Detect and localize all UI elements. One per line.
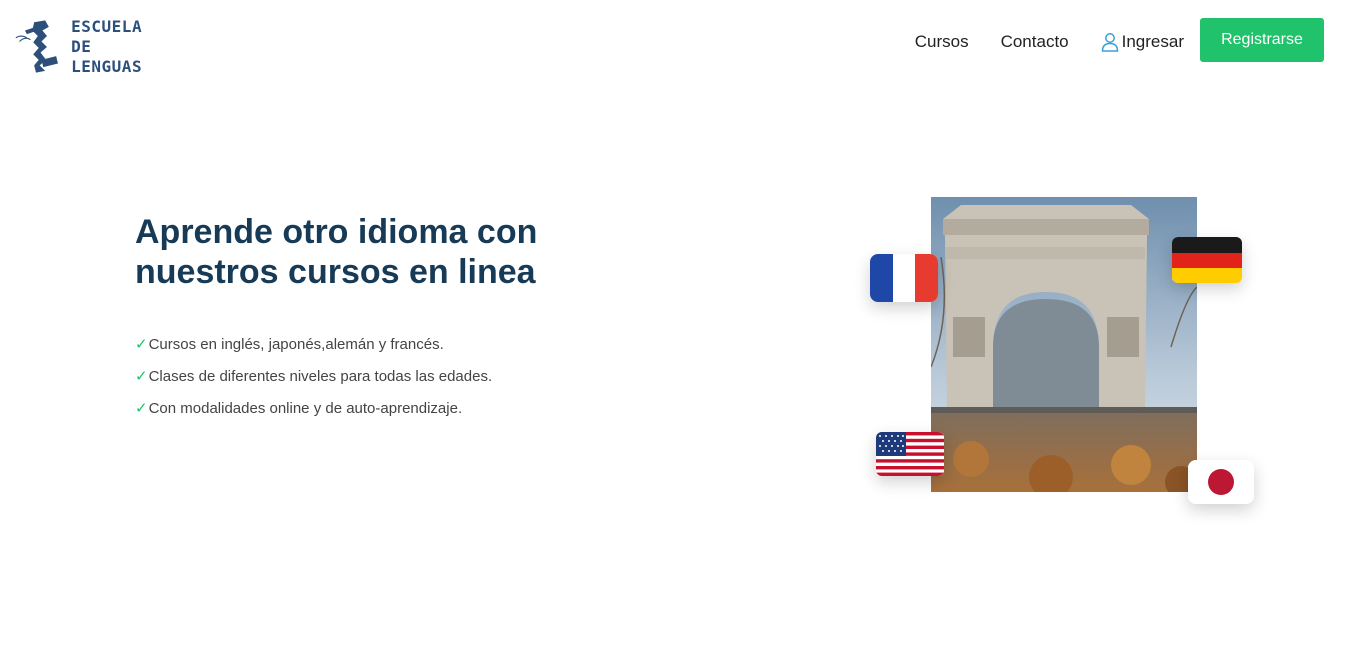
arc-de-triomphe-photo [931, 197, 1197, 492]
feature-list: ✓ Cursos en inglés, japonés,alemán y fra… [135, 328, 492, 424]
brand-line-1: ESCUELA [71, 17, 143, 36]
site-header: ESCUELA DE LENGUAS Cursos Contacto Ingre… [0, 0, 1347, 90]
landing-page: ESCUELA DE LENGUAS Cursos Contacto Ingre… [0, 0, 1347, 645]
nav-link-courses[interactable]: Cursos [915, 28, 969, 52]
japan-flag-icon [1188, 460, 1254, 504]
list-item: ✓ Con modalidades online y de auto-apren… [135, 392, 492, 424]
feature-text: Cursos en inglés, japonés,alemán y franc… [148, 335, 444, 353]
login-link[interactable]: Ingresar [1101, 28, 1184, 52]
feature-text: Con modalidades online y de auto-aprendi… [148, 399, 463, 417]
feature-text: Clases de diferentes niveles para todas … [148, 367, 493, 385]
logo[interactable]: ESCUELA DE LENGUAS [14, 16, 164, 78]
main-nav: Cursos Contacto Ingresar Registrarse [915, 18, 1324, 62]
nav-link-contact[interactable]: Contacto [1001, 28, 1069, 52]
login-label: Ingresar [1121, 32, 1184, 51]
usa-flag-icon [876, 432, 944, 476]
hero-title: Aprende otro idioma con nuestros cursos … [135, 213, 538, 291]
hero-visual [860, 190, 1270, 520]
register-button[interactable]: Registrarse [1200, 18, 1324, 62]
check-icon: ✓ [135, 400, 148, 417]
brand-line-2: DE LENGUAS [71, 37, 143, 76]
germany-flag-icon [1172, 237, 1242, 283]
list-item: ✓ Cursos en inglés, japonés,alemán y fra… [135, 328, 492, 360]
check-icon: ✓ [135, 368, 148, 385]
logo-mark-icon [15, 20, 58, 73]
check-icon: ✓ [135, 336, 148, 353]
user-icon [1101, 33, 1118, 52]
france-flag-icon [870, 254, 938, 302]
list-item: ✓ Clases de diferentes niveles para toda… [135, 360, 492, 392]
